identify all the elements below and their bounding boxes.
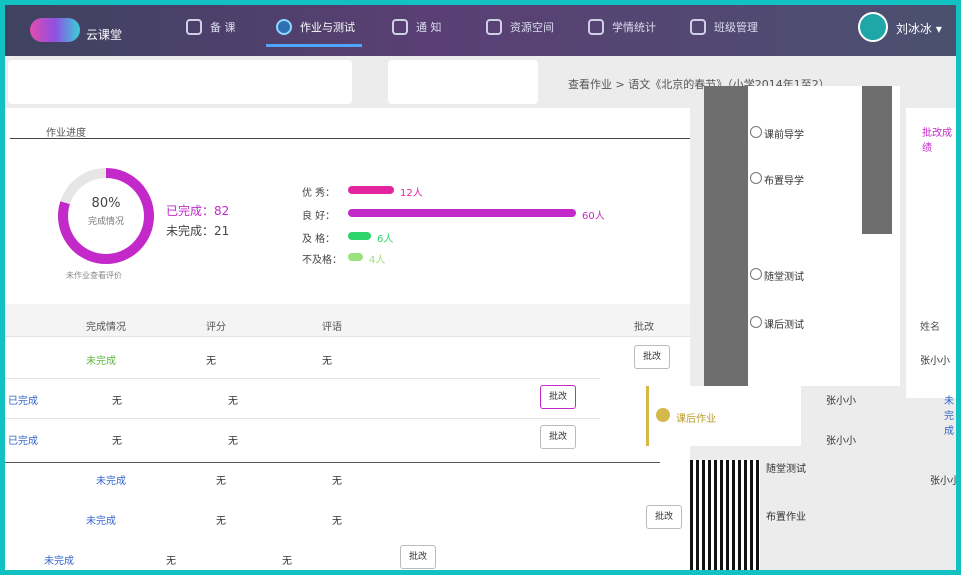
avatar[interactable]	[858, 12, 888, 42]
menu-item-homework[interactable]: 课后作业	[676, 410, 716, 425]
nav-item-resources[interactable]: 资源空间	[486, 14, 554, 42]
homework-icon	[656, 408, 670, 422]
overlay-block	[862, 86, 892, 234]
grading-link[interactable]: 批改成绩	[922, 124, 961, 154]
grade-label-pass: 及 格：	[302, 234, 336, 245]
grade-value-excellent: 12人	[400, 188, 423, 199]
donut-caption: 未作业查看评价	[66, 271, 122, 280]
nav-label: 资源空间	[510, 21, 554, 34]
row-comment: 无	[332, 516, 342, 527]
row-comment: 无	[332, 476, 342, 487]
class-icon	[690, 19, 706, 35]
grade-value-fail: 4人	[369, 255, 386, 266]
grade-value-good: 60人	[582, 211, 605, 222]
grade-button[interactable]: 批改	[646, 505, 683, 529]
nav-active-indicator	[266, 44, 362, 47]
book-icon	[186, 19, 202, 35]
grade-bar-fail	[348, 253, 363, 261]
completion-label: 完成情况	[87, 217, 124, 227]
grade-value-pass: 6人	[377, 234, 394, 245]
user-menu[interactable]: 刘冰冰 ▾	[896, 20, 942, 37]
row-score: 无	[112, 396, 122, 407]
row-divider	[0, 378, 600, 379]
row-score: 无	[166, 556, 176, 567]
header-panel-mid	[388, 60, 538, 104]
grade-label-fail: 不及格：	[302, 255, 342, 266]
resource-icon	[486, 19, 502, 35]
col-name: 姓名	[920, 322, 940, 333]
nav-item-homework[interactable]: 作业与测试	[276, 14, 355, 42]
nav-item-notice[interactable]: 通 知	[392, 14, 442, 42]
row-comment: 无	[322, 356, 332, 367]
side-item-quiz-2[interactable]: 随堂测试	[766, 460, 806, 475]
completion-percent: 80%	[91, 196, 121, 211]
row-score: 无	[216, 476, 226, 487]
grade-bar-pass	[348, 232, 371, 240]
row-score: 无	[216, 516, 226, 527]
notice-icon	[392, 19, 408, 35]
row-score: 无	[112, 436, 122, 447]
nav-item-class[interactable]: 班级管理	[690, 14, 758, 42]
nav-label: 学情统计	[612, 21, 656, 34]
grade-bar-good	[348, 209, 576, 217]
grade-label-excellent: 优 秀：	[302, 188, 336, 199]
row-status: 已完成	[8, 436, 38, 447]
row-score: 无	[206, 356, 216, 367]
top-nav: 云课堂 备 课 作业与测试 通 知 资源空间 学情统计 班级管理 刘冰冰 ▾	[0, 0, 961, 56]
col-score: 评分	[206, 322, 226, 333]
row-status: 未完成	[86, 516, 116, 527]
row-comment: 无	[228, 396, 238, 407]
render-artifact	[690, 460, 760, 575]
col-comment: 评语	[322, 322, 342, 333]
header-panel-left	[8, 60, 352, 104]
row-divider	[0, 462, 660, 463]
student-name: 张小小	[826, 396, 856, 407]
row-comment: 无	[228, 436, 238, 447]
grade-button[interactable]: 批改	[400, 545, 437, 569]
row-status: 已完成	[8, 396, 38, 407]
divider	[10, 138, 690, 139]
row-divider	[0, 336, 690, 337]
tab-progress[interactable]: 作业进度	[46, 124, 86, 139]
side-item-test[interactable]: 课后测试	[750, 316, 804, 331]
student-name: 张小小	[930, 476, 960, 487]
quiz-icon	[276, 19, 292, 35]
col-status: 完成情况	[86, 322, 126, 333]
logo-text: 云课堂	[86, 28, 123, 42]
row-status: 未完成	[96, 476, 126, 487]
side-item-assign-2[interactable]: 布置作业	[766, 508, 806, 523]
nav-label: 作业与测试	[300, 21, 355, 34]
grade-label-good: 良 好：	[302, 211, 336, 222]
nav-item-prepare[interactable]: 备 课	[186, 14, 236, 42]
overlay-block	[704, 86, 748, 386]
student-name: 张小小	[826, 436, 856, 447]
student-name: 张小小	[920, 356, 950, 367]
side-item-assign[interactable]: 布置导学	[750, 172, 804, 187]
grade-button[interactable]: 批改	[540, 385, 577, 409]
student-status: 未完成	[944, 396, 954, 437]
stats-icon	[588, 19, 604, 35]
completed-count: 已完成：82	[166, 204, 230, 218]
row-status: 未完成	[44, 556, 74, 567]
row-divider	[0, 418, 600, 419]
col-action: 批改	[634, 322, 654, 333]
grade-button[interactable]: 批改	[634, 345, 671, 369]
grade-button[interactable]: 批改	[540, 425, 577, 449]
side-item-quiz[interactable]: 随堂测试	[750, 268, 804, 283]
row-comment: 无	[282, 556, 292, 567]
row-status: 未完成	[86, 356, 116, 367]
nav-label: 班级管理	[714, 21, 758, 34]
incomplete-count: 未完成：21	[166, 224, 230, 238]
nav-item-stats[interactable]: 学情统计	[588, 14, 656, 42]
side-item-preview[interactable]: 课前导学	[750, 126, 804, 141]
nav-label: 通 知	[416, 21, 442, 34]
logo-mark-icon	[30, 18, 80, 42]
logo[interactable]: 云课堂	[30, 12, 140, 46]
grade-bar-excellent	[348, 186, 394, 194]
nav-label: 备 课	[210, 21, 236, 34]
